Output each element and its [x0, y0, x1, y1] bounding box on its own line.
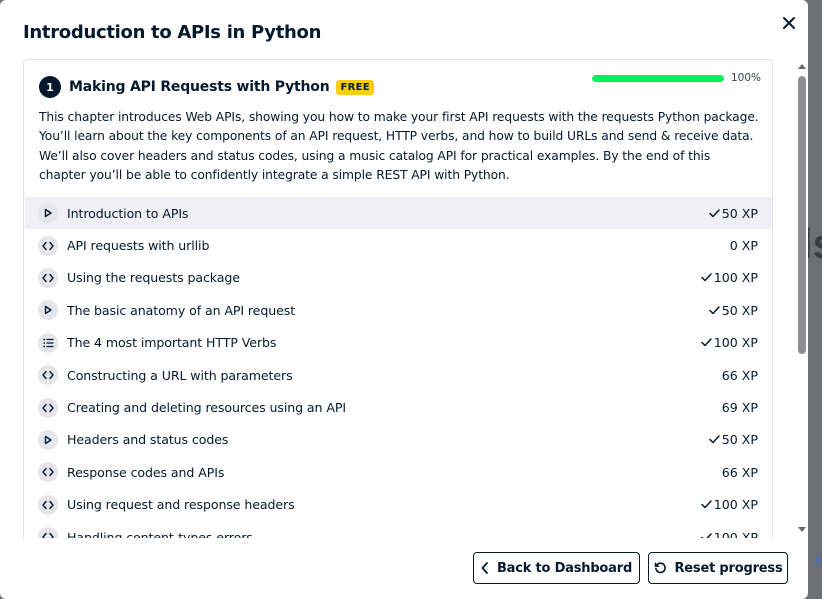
lesson-xp: 100 XP — [700, 270, 758, 286]
lesson-name: The basic anatomy of an API request — [67, 302, 296, 318]
list-icon — [38, 332, 58, 353]
lesson-name: Response codes and APIs — [67, 464, 225, 480]
reset-button-label: Reset progress — [674, 560, 783, 576]
lesson-name: API requests with urllib — [67, 238, 210, 254]
code-icon — [38, 527, 58, 538]
play-icon — [38, 300, 58, 321]
lesson-xp-value: 100 XP — [713, 529, 758, 538]
lesson-name: Using request and response headers — [67, 497, 295, 513]
lesson-xp: 50 XP — [708, 432, 758, 448]
lesson-xp: 50 XP — [708, 205, 758, 221]
back-to-dashboard-button[interactable]: Back to Dashboard — [473, 552, 640, 584]
free-badge: FREE — [336, 79, 374, 95]
course-modal: Introduction to APIs in Python 1 Making … — [0, 0, 808, 599]
checkmark-icon — [700, 530, 712, 538]
checkmark-icon — [708, 303, 720, 318]
close-icon — [783, 17, 795, 29]
reset-progress-button[interactable]: Reset progress — [648, 552, 788, 584]
lesson-xp: 100 XP — [700, 497, 758, 513]
code-icon — [38, 397, 58, 418]
progress-track — [592, 74, 724, 82]
chapter-title: Making API Requests with Python — [69, 79, 330, 95]
lesson-list: Introduction to APIs 50 XP API requests wi… — [25, 197, 772, 538]
back-button-label: Back to Dashboard — [496, 560, 633, 576]
lesson-xp: 69 XP — [722, 400, 758, 415]
lesson-xp: 100 XP — [700, 529, 758, 538]
chapter-description: This chapter introduces Web APIs, showin… — [39, 110, 759, 182]
lesson-xp-value: 66 XP — [721, 464, 758, 480]
code-icon — [38, 235, 58, 256]
lesson-item[interactable]: Constructing a URL with parameters 66 XP — [25, 359, 772, 391]
scroll-down-arrow[interactable] — [798, 527, 806, 532]
scrollbar[interactable] — [796, 62, 808, 536]
scroll-up-arrow[interactable] — [798, 64, 806, 69]
close-button[interactable] — [778, 12, 800, 34]
modal-title: Introduction to APIs in Python — [23, 22, 322, 43]
lesson-xp: 50 XP — [708, 302, 758, 318]
lesson-xp-value: 100 XP — [713, 497, 758, 513]
lesson-name: Introduction to APIs — [67, 205, 189, 221]
lesson-xp: 66 XP — [722, 368, 758, 383]
lesson-item[interactable]: Using the requests package 100 XP — [25, 262, 772, 294]
lesson-xp-value: 50 XP — [721, 302, 758, 318]
chevron-left-icon — [481, 562, 488, 574]
reset-icon — [654, 561, 666, 573]
lesson-xp: 0 XP — [730, 238, 758, 253]
lesson-item[interactable]: Response codes and APIs 66 XP — [25, 456, 772, 488]
checkmark-icon — [708, 206, 720, 221]
lesson-item[interactable]: API requests with urllib 0 XP — [25, 229, 772, 261]
chapter-progress: 100% — [592, 72, 761, 84]
checkmark-icon — [700, 497, 712, 512]
lesson-item[interactable]: Using request and response headers 100 XP — [25, 489, 772, 521]
lesson-xp-value: 50 XP — [721, 205, 758, 221]
play-icon — [38, 203, 58, 224]
lesson-xp-value: 0 XP — [729, 238, 758, 254]
lesson-name: Handling content-types errors — [67, 529, 253, 538]
lesson-item[interactable]: The 4 most important HTTP Verbs 100 XP — [25, 327, 772, 359]
chapter-panel: 1 Making API Requests with Python FREE 1… — [23, 59, 773, 538]
lesson-item[interactable]: Handling content-types errors 100 XP — [25, 521, 772, 538]
checkmark-icon — [700, 270, 712, 285]
lesson-xp-value: 100 XP — [713, 335, 758, 351]
lesson-name: Creating and deleting resources using an… — [67, 400, 346, 416]
chapter-header: 1 Making API Requests with Python FREE — [39, 76, 374, 98]
lesson-name: Constructing a URL with parameters — [67, 367, 293, 383]
code-icon — [38, 494, 58, 515]
lesson-name: Using the requests package — [67, 270, 240, 286]
lesson-xp-value: 100 XP — [713, 270, 758, 286]
background-link[interactable]: e — [815, 552, 822, 567]
lesson-xp-value: 66 XP — [721, 367, 758, 383]
lesson-item[interactable]: Headers and status codes 50 XP — [25, 424, 772, 456]
play-icon — [38, 429, 58, 450]
chapter-number: 1 — [39, 76, 61, 98]
lesson-name: The 4 most important HTTP Verbs — [67, 335, 277, 351]
lesson-item[interactable]: The basic anatomy of an API request 50 XP — [25, 294, 772, 326]
lesson-xp: 100 XP — [700, 335, 758, 351]
lesson-xp: 66 XP — [722, 465, 758, 480]
progress-label: 100% — [731, 72, 762, 84]
lesson-item[interactable]: Introduction to APIs 50 XP — [25, 197, 772, 230]
lesson-item[interactable]: Creating and deleting resources using an… — [25, 391, 772, 423]
lesson-xp-value: 50 XP — [721, 432, 758, 448]
checkmark-icon — [708, 432, 720, 447]
lesson-name: Headers and status codes — [67, 432, 229, 448]
code-icon — [38, 267, 58, 288]
code-icon — [38, 365, 58, 386]
lesson-xp-value: 69 XP — [721, 400, 758, 416]
scroll-thumb[interactable] — [798, 76, 806, 354]
progress-fill — [592, 74, 724, 82]
checkmark-icon — [700, 335, 712, 350]
code-icon — [38, 462, 58, 483]
